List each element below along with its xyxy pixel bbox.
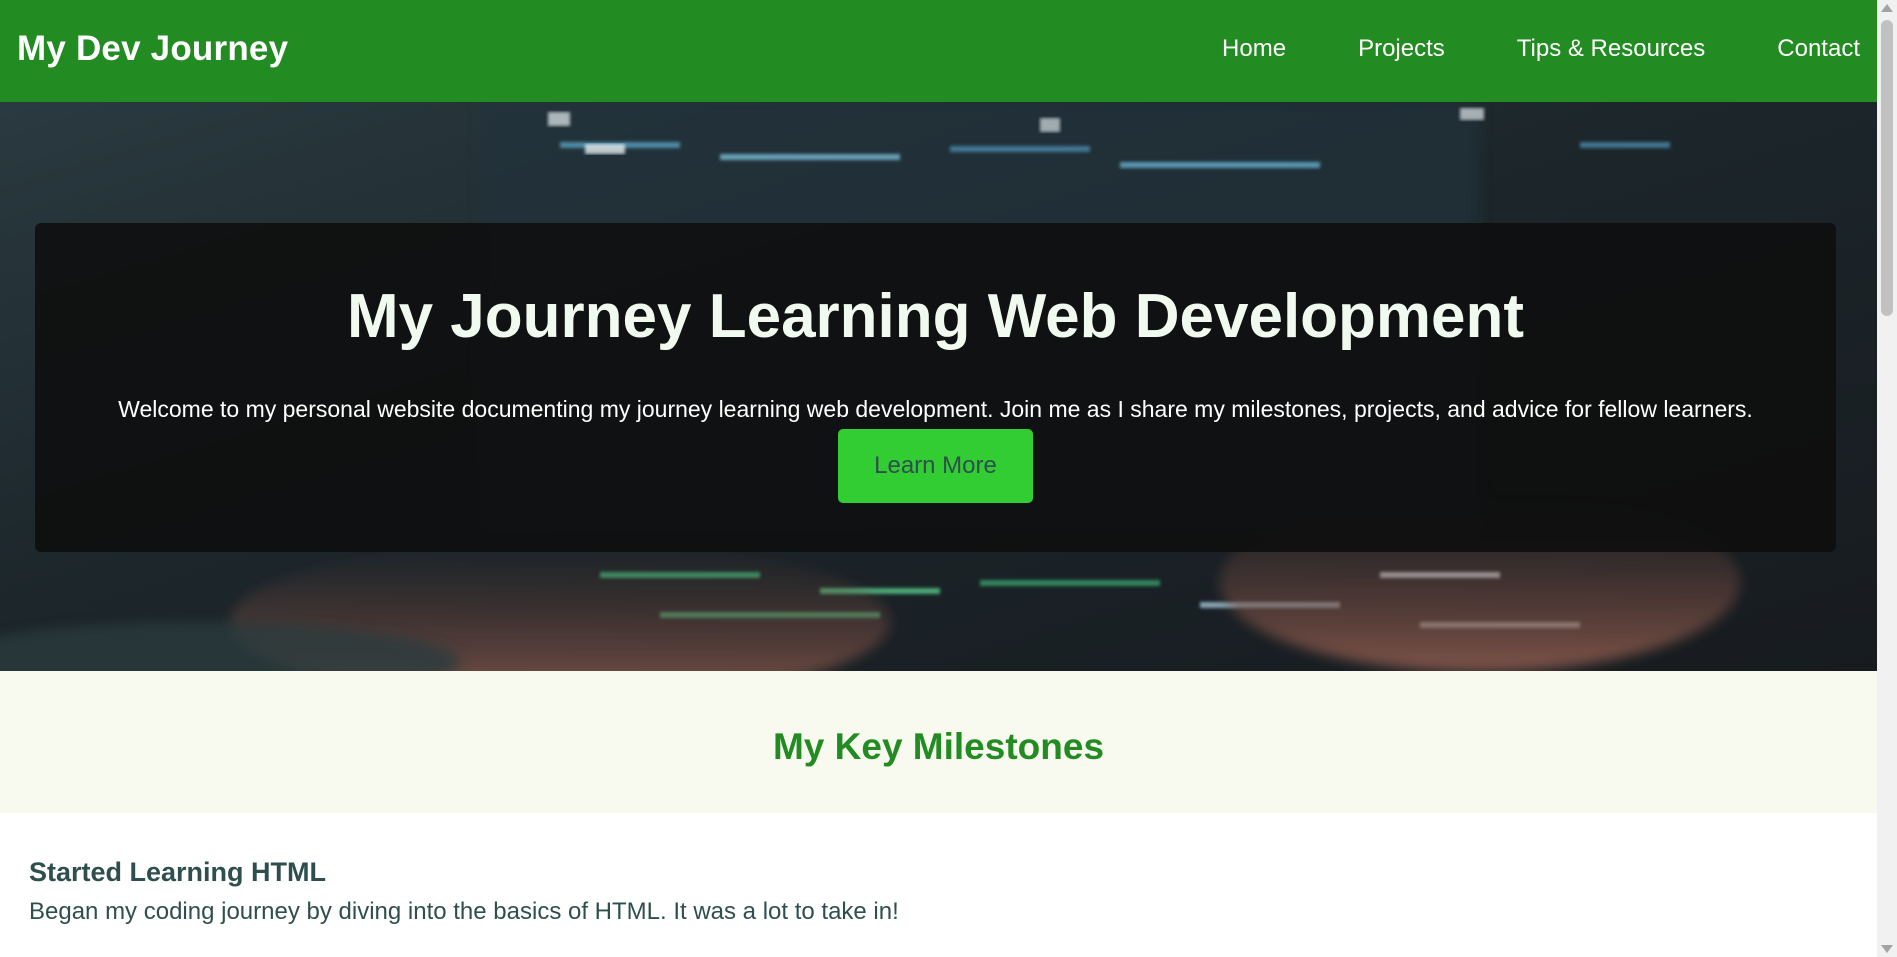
scroll-up-arrow-icon[interactable] [1881,4,1893,12]
main-nav: Home Projects Tips & Resources Contact [1222,35,1860,63]
site-brand[interactable]: My Dev Journey [17,29,288,69]
nav-link-tips-resources[interactable]: Tips & Resources [1517,35,1706,63]
vertical-scrollbar[interactable] [1877,0,1897,957]
scroll-down-arrow-icon[interactable] [1881,945,1893,953]
milestones-title: My Key Milestones [772,726,1105,767]
learn-more-button[interactable]: Learn More [838,429,1033,503]
milestone-text: Began my coding journey by diving into t… [29,898,899,925]
scrollbar-thumb[interactable] [1881,20,1893,316]
hero-title: My Journey Learning Web Development [346,282,1525,351]
milestone-title: Started Learning HTML [29,857,327,887]
page: My Dev Journey Home Projects Tips & Reso… [0,0,1877,957]
milestone-item: Started Learning HTML Began my coding jo… [0,813,1877,957]
hero-section: My Journey Learning Web Development Welc… [0,102,1877,671]
nav-link-projects[interactable]: Projects [1358,35,1445,63]
site-header: My Dev Journey Home Projects Tips & Reso… [0,0,1877,102]
hero-intro-text: Welcome to my personal website documenti… [118,396,1753,422]
nav-link-contact[interactable]: Contact [1777,35,1860,63]
hero-card: My Journey Learning Web Development Welc… [35,223,1836,552]
milestones-section-header: My Key Milestones [0,671,1877,813]
nav-link-home[interactable]: Home [1222,35,1286,63]
